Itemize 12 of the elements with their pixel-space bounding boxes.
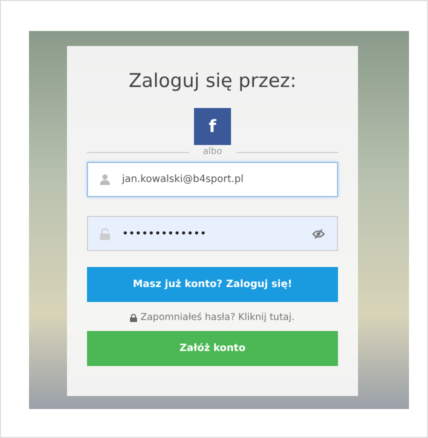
divider-text: albo [202,147,222,157]
forgot-password-link[interactable]: Zapomniałeś hasła? Kliknij tutaj. [140,312,295,323]
lock-icon [130,314,138,322]
email-value: jan.kowalski@b4sport.pl [122,174,244,185]
password-field[interactable]: ••••••••••••• [87,216,338,251]
user-icon [100,174,110,185]
login-title: Zaloguj się przez: [128,70,298,92]
lock-icon [100,228,110,240]
password-value: ••••••••••••• [122,227,206,240]
eye-slash-icon[interactable] [312,228,325,238]
facebook-button[interactable]: f [194,108,231,145]
email-field[interactable]: jan.kowalski@b4sport.pl [87,162,338,197]
